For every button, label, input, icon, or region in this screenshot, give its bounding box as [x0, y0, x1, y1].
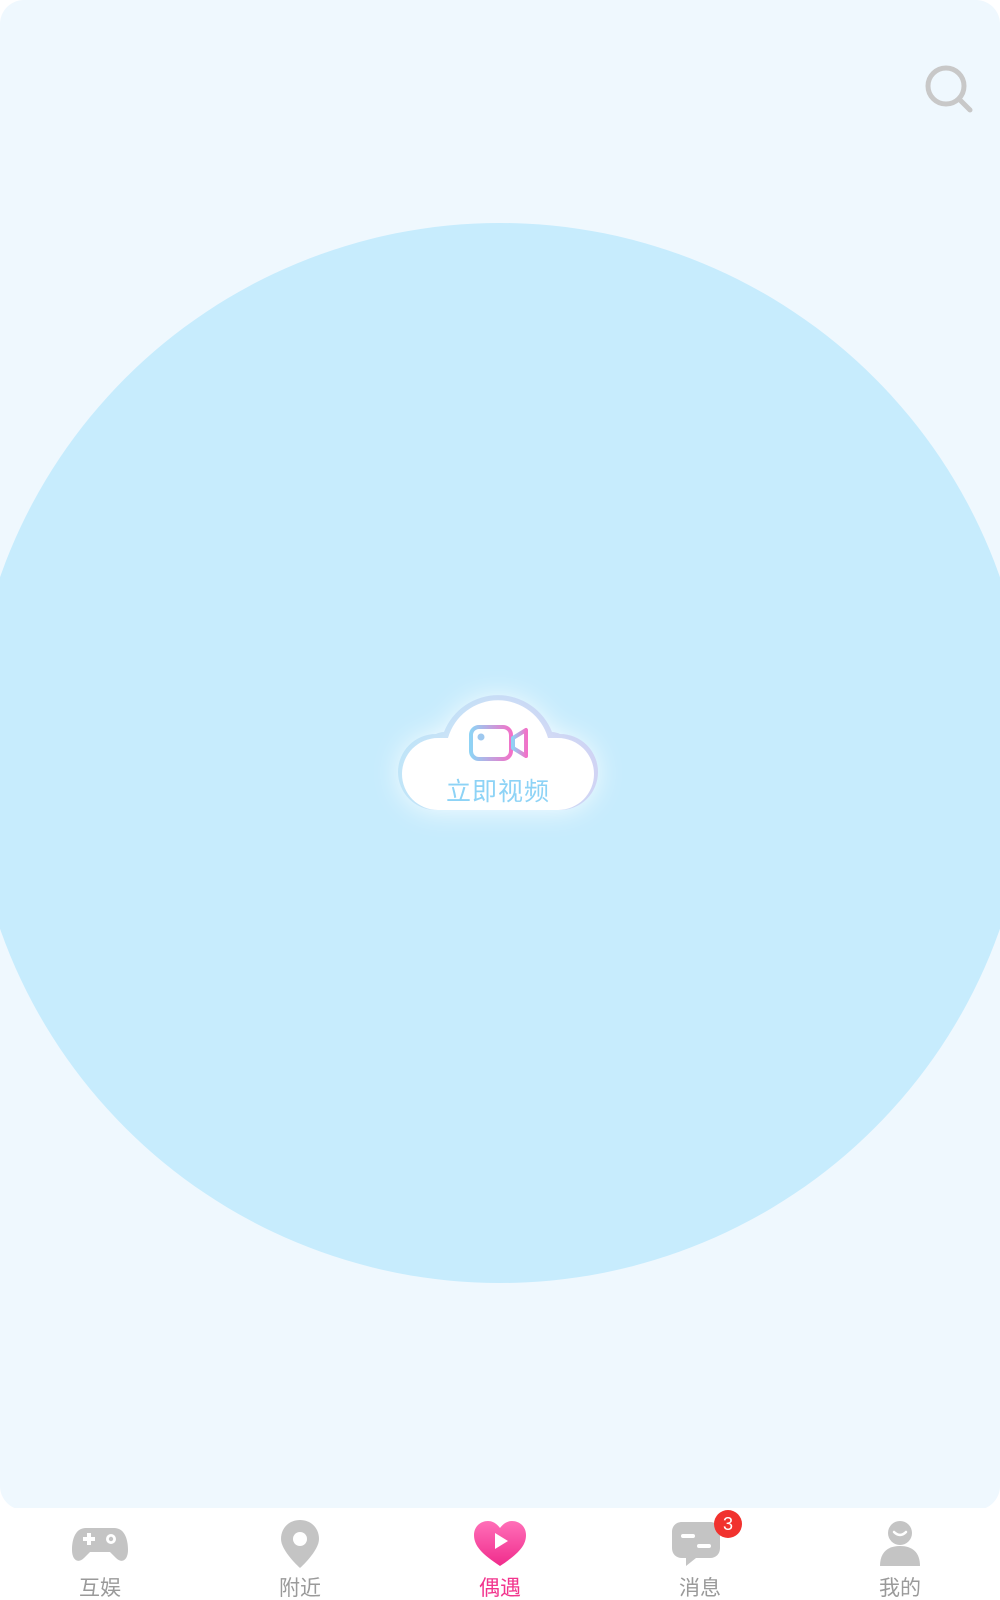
gamepad-icon: [70, 1518, 130, 1570]
tab-label: 消息: [679, 1576, 721, 1600]
bottom-tab-bar: 互娱 附近 偶遇 3 消息 我的: [0, 1508, 1000, 1600]
search-icon: [922, 65, 978, 122]
main-area: 立即视频: [0, 0, 1000, 1510]
app-screen: 立即视频 互娱 附近 偶遇 3 消息 我的: [0, 0, 1000, 1600]
location-pin-icon: [270, 1518, 330, 1570]
unread-badge: 3: [714, 1510, 742, 1538]
instant-video-label: 立即视频: [445, 777, 550, 806]
tab-encounter[interactable]: 偶遇: [400, 1508, 600, 1600]
tab-messages[interactable]: 3 消息: [600, 1508, 800, 1600]
tab-label: 偶遇: [479, 1576, 521, 1600]
tab-label: 附近: [279, 1576, 321, 1600]
heart-play-icon: [470, 1518, 530, 1570]
tab-nearby[interactable]: 附近: [200, 1508, 400, 1600]
search-button[interactable]: [922, 62, 978, 118]
tab-label: 互娱: [79, 1576, 121, 1600]
instant-video-button[interactable]: 立即视频: [398, 682, 598, 822]
user-icon: [870, 1518, 930, 1570]
video-camera-icon: [468, 722, 530, 766]
tab-profile[interactable]: 我的: [800, 1508, 1000, 1600]
tab-entertainment[interactable]: 互娱: [0, 1508, 200, 1600]
tab-label: 我的: [879, 1576, 921, 1600]
